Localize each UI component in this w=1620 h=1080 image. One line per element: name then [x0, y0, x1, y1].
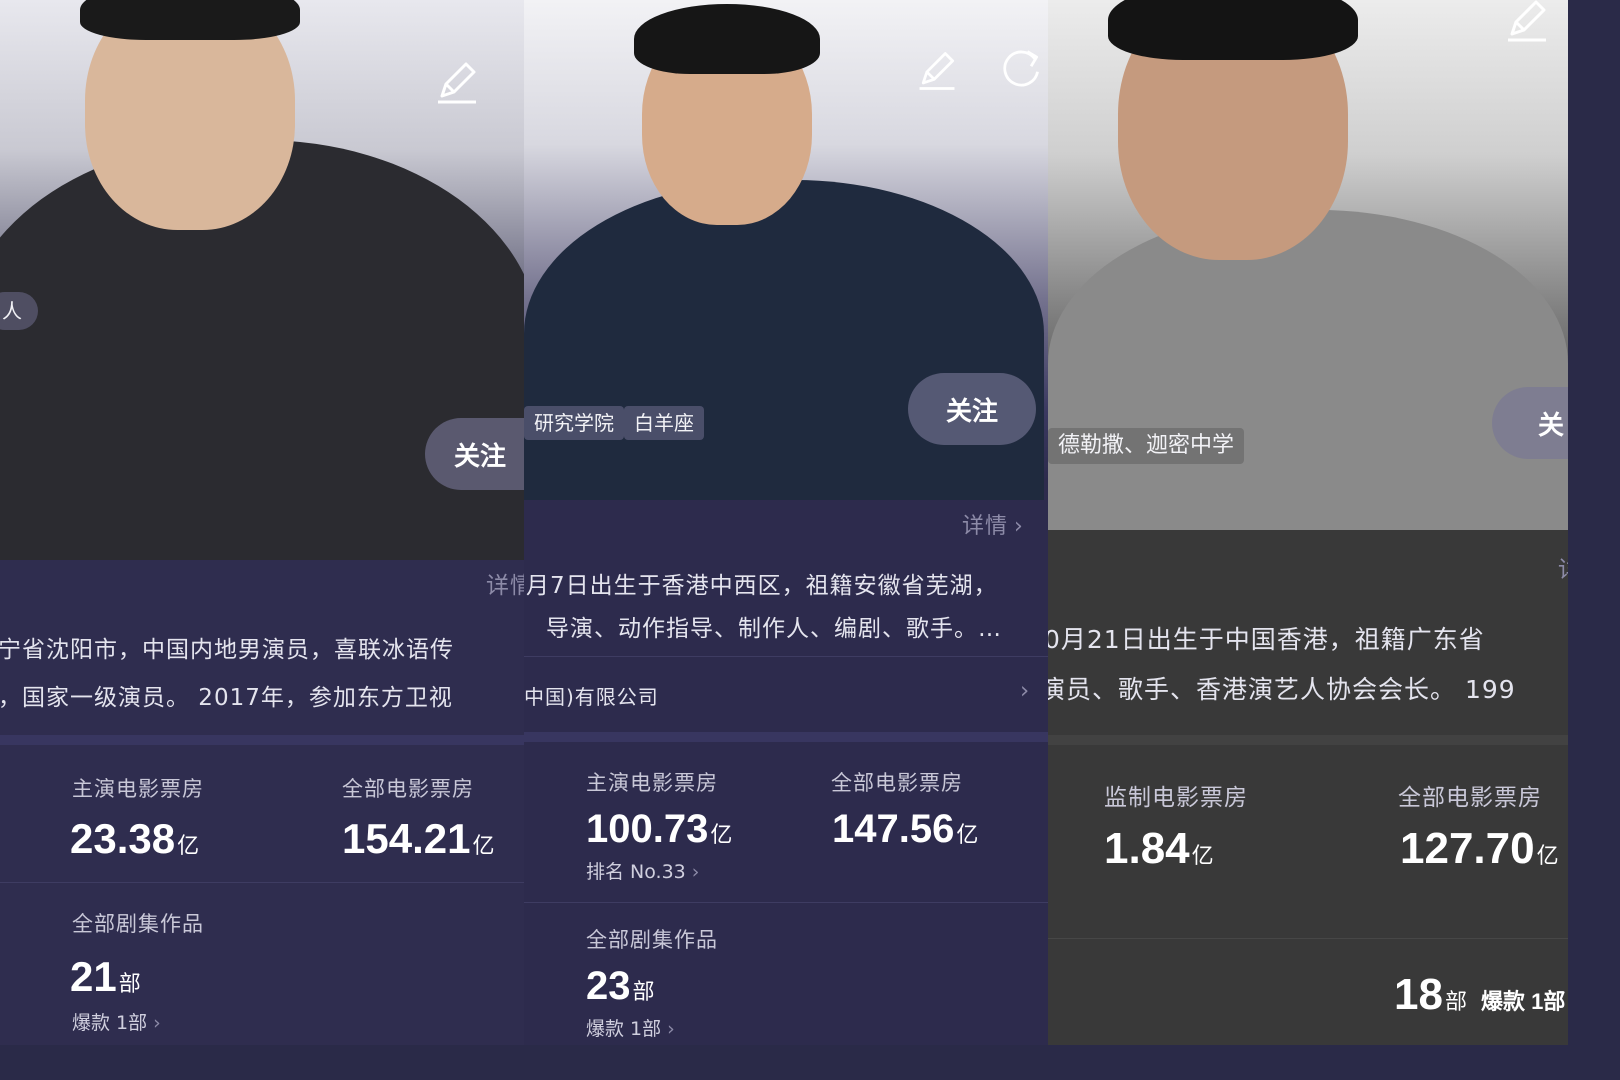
section-divider — [0, 735, 524, 745]
row-divider — [524, 902, 1048, 903]
hit-count-text: 爆款 1部 — [72, 1012, 148, 1034]
stat-number: 147.56 — [832, 807, 955, 851]
stat-label: 监制电影票房 — [1104, 785, 1248, 811]
rank-link[interactable]: 排名 No.33 › — [586, 857, 699, 884]
stat-unit: 亿 — [1191, 843, 1214, 868]
details-link[interactable]: 详 — [1558, 550, 1568, 584]
chevron-right-icon: › — [1020, 678, 1031, 704]
actor-hair — [80, 0, 300, 40]
stat-label: 全部电影票房 — [831, 771, 963, 795]
chevron-right-icon: › — [153, 1012, 161, 1034]
profile-tag: 白羊座 — [624, 406, 704, 440]
chevron-right-icon: › — [667, 1018, 675, 1040]
row-divider — [1048, 938, 1568, 939]
follow-button[interactable]: 关注 — [908, 373, 1036, 445]
hit-count: 爆款 1部 › — [586, 1014, 675, 1041]
profile-tag: 研究学院 — [524, 406, 624, 440]
stat-number: 1.84 — [1104, 824, 1190, 873]
stat-value: 21部 — [70, 953, 141, 1001]
stat-unit: 亿 — [956, 822, 979, 847]
edit-icon[interactable] — [914, 48, 960, 94]
follow-button[interactable]: 关 — [1492, 387, 1568, 459]
stat-label: 主演电影票房 — [586, 771, 718, 795]
bio-line-1: 0月21日出生于中国香港，祖籍广东省 — [1048, 625, 1485, 654]
stat-value: 23.38亿 — [70, 815, 199, 863]
follow-button[interactable]: 关注 — [425, 418, 524, 490]
stat-number: 127.70 — [1400, 824, 1535, 873]
stat-label: 主演电影票房 — [72, 777, 204, 801]
hit-count: 爆款 1部 › — [72, 1008, 161, 1035]
bio-line-1: 宁省沈阳市，中国内地男演员，喜联冰语传 — [0, 637, 454, 663]
hit-count-text: 爆款 1部 — [586, 1018, 662, 1040]
rank-text: 排名 No.33 — [586, 861, 686, 883]
actor-hair — [634, 4, 820, 74]
stat-unit: 亿 — [472, 833, 495, 858]
hit-count-text: 爆款 1部 — [1480, 989, 1566, 1014]
details-link[interactable]: 详情 › — [962, 508, 1024, 540]
stat-value: 127.70亿 — [1400, 824, 1559, 874]
stat-label: 全部剧集作品 — [586, 928, 718, 952]
row-divider — [0, 882, 524, 883]
chevron-right-icon: › — [1014, 514, 1024, 539]
details-link-text: 详情 — [962, 514, 1009, 539]
stat-label: 全部剧集作品 — [72, 912, 204, 936]
edit-icon[interactable] — [1502, 0, 1552, 46]
stat-number: 23 — [586, 964, 631, 1008]
company-name: 中国)有限公司 — [524, 685, 659, 709]
stat-value: 154.21亿 — [342, 815, 494, 863]
stat-unit: 部 — [118, 971, 141, 996]
stat-label: 全部电影票房 — [342, 777, 474, 801]
bio-line-2: ，国家一级演员。 2017年，参加东方卫视 — [0, 685, 453, 711]
section-divider — [1048, 735, 1568, 745]
stat-value: 1.84亿 — [1104, 824, 1214, 874]
chevron-right-icon: › — [691, 861, 700, 883]
refresh-icon[interactable] — [998, 46, 1044, 92]
actor-panel-2: 研究学院 白羊座 关注 详情 › 月7日出生于香港中西区，祖籍安徽省芜湖， 导演、… — [524, 0, 1048, 1045]
profile-tag: 德勒撒、迦密中学 — [1048, 428, 1245, 464]
stat-number: 100.73 — [586, 807, 709, 851]
stat-number: 21 — [70, 953, 117, 1000]
stat-unit: 部 — [1444, 989, 1467, 1014]
stat-unit: 亿 — [1536, 843, 1559, 868]
bio-line-2: 导演、动作指导、制作人、编剧、歌手。… — [546, 616, 1002, 642]
details-link[interactable]: 详情 — [486, 566, 524, 600]
profile-tag: 人 — [0, 292, 38, 330]
actor-body — [524, 180, 1044, 500]
stat-number: 23.38 — [70, 815, 176, 862]
stat-value: 23部 — [586, 964, 655, 1009]
stat-unit: 亿 — [710, 822, 733, 847]
stat-number: 18 — [1394, 970, 1443, 1019]
actor-hair — [1108, 0, 1358, 60]
stat-unit: 部 — [632, 979, 655, 1004]
actor-panel-3: 德勒撒、迦密中学 关 详 0月21日出生于中国香港，祖籍广东省 演员、歌手、香港… — [1048, 0, 1568, 1045]
stat-value: 18部 爆款 1部 — [1394, 970, 1565, 1020]
row-divider — [524, 656, 1048, 657]
stat-label: 全部电影票房 — [1398, 785, 1542, 811]
bio-line-2: 演员、歌手、香港演艺人协会会长。 199 — [1048, 675, 1516, 704]
section-divider — [524, 732, 1048, 742]
actor-body — [1048, 210, 1568, 530]
stat-value: 147.56亿 — [832, 807, 978, 852]
stat-value: 100.73亿 — [586, 807, 732, 852]
stat-unit: 亿 — [177, 833, 200, 858]
edit-icon[interactable] — [432, 58, 482, 108]
stat-number: 154.21 — [342, 815, 471, 862]
actor-panel-1: 人 关注 详情 宁省沈阳市，中国内地男演员，喜联冰语传 ，国家一级演员。 201… — [0, 0, 524, 1045]
bio-line-1: 月7日出生于香港中西区，祖籍安徽省芜湖， — [526, 573, 998, 599]
